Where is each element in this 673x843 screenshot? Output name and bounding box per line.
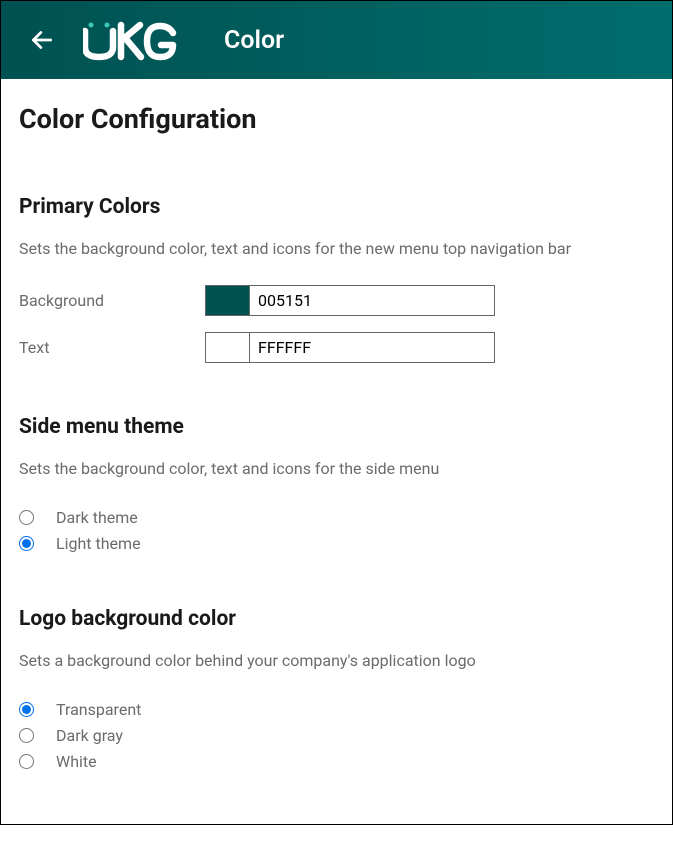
background-color-input[interactable] — [205, 285, 495, 316]
app-header: Color — [1, 1, 672, 79]
main-content: Color Configuration Primary Colors Sets … — [1, 79, 672, 843]
logo-bg-title: Logo background color — [19, 607, 654, 631]
side-menu-section: Side menu theme Sets the background colo… — [19, 415, 654, 555]
logo-bg-desc: Sets a background color behind your comp… — [19, 649, 654, 673]
light-theme-radio[interactable] — [19, 536, 34, 551]
radio-white[interactable]: White — [19, 749, 654, 773]
text-field-row: Text — [19, 332, 654, 363]
dark-gray-radio[interactable] — [19, 728, 34, 743]
text-hex-input[interactable] — [250, 333, 494, 362]
background-field-row: Background — [19, 285, 654, 316]
text-label: Text — [19, 338, 205, 357]
radio-light-theme[interactable]: Light theme — [19, 531, 654, 555]
ukg-logo — [83, 19, 178, 61]
radio-dark-theme[interactable]: Dark theme — [19, 505, 654, 529]
transparent-label: Transparent — [56, 700, 141, 719]
background-hex-input[interactable] — [250, 286, 494, 315]
side-menu-desc: Sets the background color, text and icon… — [19, 457, 654, 481]
background-label: Background — [19, 291, 205, 310]
back-button[interactable] — [29, 27, 55, 53]
light-theme-label: Light theme — [56, 534, 141, 553]
text-swatch[interactable] — [206, 333, 250, 362]
dark-theme-label: Dark theme — [56, 508, 138, 527]
side-menu-title: Side menu theme — [19, 415, 654, 439]
primary-colors-section: Primary Colors Sets the background color… — [19, 195, 654, 363]
white-label: White — [56, 752, 97, 771]
primary-colors-title: Primary Colors — [19, 195, 654, 219]
header-title: Color — [224, 26, 284, 55]
radio-transparent[interactable]: Transparent — [19, 697, 654, 721]
text-color-input[interactable] — [205, 332, 495, 363]
background-swatch[interactable] — [206, 286, 250, 315]
logo-bg-section: Logo background color Sets a background … — [19, 607, 654, 773]
page-title: Color Configuration — [19, 103, 654, 135]
radio-dark-gray[interactable]: Dark gray — [19, 723, 654, 747]
dark-gray-label: Dark gray — [56, 726, 123, 745]
transparent-radio[interactable] — [19, 702, 34, 717]
white-radio[interactable] — [19, 754, 34, 769]
primary-colors-desc: Sets the background color, text and icon… — [19, 237, 654, 261]
dark-theme-radio[interactable] — [19, 510, 34, 525]
